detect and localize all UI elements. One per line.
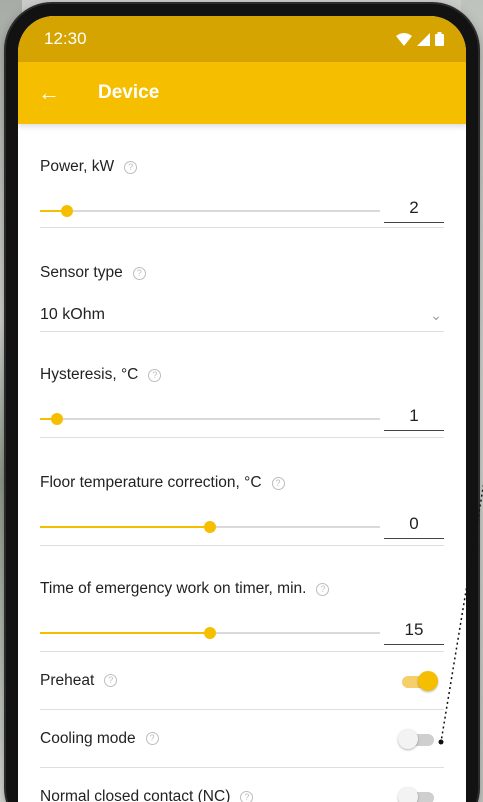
wifi-icon <box>396 32 412 46</box>
sensor-type-select[interactable]: 10 kOhm ⌄ <box>40 306 444 324</box>
preheat-label: Preheat <box>40 671 95 689</box>
page-title: Device <box>98 82 160 103</box>
sensor-type-label: Sensor type <box>40 264 123 281</box>
help-icon[interactable]: ? <box>271 476 285 490</box>
emergency-timer-label: Time of emergency work on timer, min. <box>40 580 307 597</box>
chevron-down-icon: ⌄ <box>430 306 442 323</box>
nc-contact-setting: Normal closed contact (NC) ? <box>40 768 444 802</box>
help-icon[interactable]: ? <box>104 674 118 687</box>
cooling-mode-toggle[interactable] <box>398 728 436 749</box>
nc-contact-label: Normal closed contact (NC) <box>40 788 231 802</box>
phone-frame: 12:30 ← Device Power, kW ? 2 Sensor type… <box>6 4 478 802</box>
help-icon[interactable]: ? <box>132 266 146 280</box>
signal-icon <box>417 32 430 46</box>
status-time: 12:30 <box>44 29 87 48</box>
status-bar: 12:30 <box>18 16 466 62</box>
help-icon[interactable]: ? <box>148 368 162 382</box>
preheat-setting: Preheat ? <box>40 652 444 710</box>
arrow-left-icon[interactable]: ← <box>38 80 74 106</box>
sensor-type-value: 10 kOhm <box>40 306 105 323</box>
preheat-toggle[interactable] <box>400 670 438 691</box>
slider-thumb[interactable] <box>51 412 63 425</box>
sensor-type-setting: Sensor type ? 10 kOhm ⌄ <box>40 228 444 332</box>
slider-thumb[interactable] <box>61 204 74 217</box>
hysteresis-value-input[interactable]: 1 <box>384 406 444 431</box>
emergency-timer-slider[interactable] <box>40 623 380 643</box>
app-bar: ← Device <box>18 62 466 124</box>
settings-list: Power, kW ? 2 Sensor type ? 10 kOhm ⌄ Hy… <box>18 124 466 802</box>
hysteresis-setting: Hysteresis, °C ? 1 <box>40 332 444 438</box>
status-icons <box>396 32 444 46</box>
floor-correction-slider[interactable] <box>40 517 380 537</box>
battery-icon <box>435 32 444 46</box>
cooling-mode-setting: Cooling mode ? <box>40 710 444 768</box>
hysteresis-slider[interactable] <box>40 409 380 429</box>
floor-correction-value-input[interactable]: 0 <box>384 514 444 539</box>
power-setting: Power, kW ? 2 <box>40 124 444 228</box>
power-slider[interactable] <box>40 201 380 221</box>
emergency-timer-value-input[interactable]: 15 <box>384 620 444 645</box>
power-value-input[interactable]: 2 <box>384 198 444 223</box>
nc-contact-toggle[interactable] <box>398 787 436 802</box>
help-icon[interactable]: ? <box>145 732 159 745</box>
floor-correction-setting: Floor temperature correction, °C ? 0 <box>40 438 444 546</box>
slider-thumb[interactable] <box>204 626 216 639</box>
emergency-timer-setting: Time of emergency work on timer, min. ? … <box>40 546 444 652</box>
cooling-mode-label: Cooling mode <box>40 729 136 747</box>
help-icon[interactable]: ? <box>240 790 254 802</box>
slider-thumb[interactable] <box>204 520 216 533</box>
hysteresis-label: Hysteresis, °C <box>40 366 139 383</box>
floor-correction-label: Floor temperature correction, °C <box>40 474 262 491</box>
power-label: Power, kW <box>40 158 115 175</box>
help-icon[interactable]: ? <box>124 160 138 174</box>
screen: 12:30 ← Device Power, kW ? 2 Sensor type… <box>18 16 466 802</box>
help-icon[interactable]: ? <box>316 582 330 596</box>
